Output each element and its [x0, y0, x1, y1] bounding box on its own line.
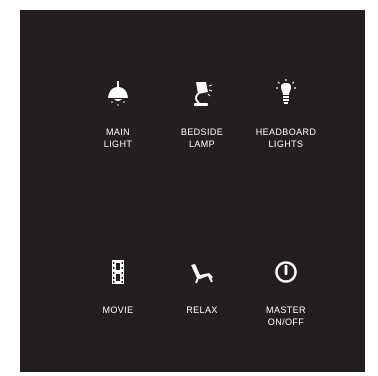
headboard-lights-label: HEADBOARD LIGHTS	[255, 127, 317, 149]
relax-label: RELAX	[186, 305, 218, 315]
lounge-chair-icon	[184, 256, 220, 288]
control-panel: MAIN LIGHT BEDSIDE LAMP HEADBOARD LIGHTS…	[20, 10, 365, 372]
relax-button[interactable]: RELAX	[157, 256, 247, 316]
master-on-off-button[interactable]: MASTER ON/OFF	[241, 256, 331, 328]
headboard-lights-button[interactable]: HEADBOARD LIGHTS	[241, 78, 331, 150]
movie-label: MOVIE	[102, 305, 134, 315]
light-bulb-icon	[268, 78, 304, 110]
film-strip-icon	[100, 256, 136, 288]
bedside-lamp-label: BEDSIDE LAMP	[180, 127, 224, 149]
movie-button[interactable]: MOVIE	[73, 256, 163, 316]
desk-lamp-icon	[184, 78, 220, 110]
master-on-off-label: MASTER ON/OFF	[266, 305, 306, 327]
power-icon	[268, 256, 304, 288]
main-light-label: MAIN LIGHT	[103, 127, 133, 149]
main-light-button[interactable]: MAIN LIGHT	[73, 78, 163, 150]
bedside-lamp-button[interactable]: BEDSIDE LAMP	[157, 78, 247, 150]
pendant-lamp-icon	[100, 78, 136, 110]
